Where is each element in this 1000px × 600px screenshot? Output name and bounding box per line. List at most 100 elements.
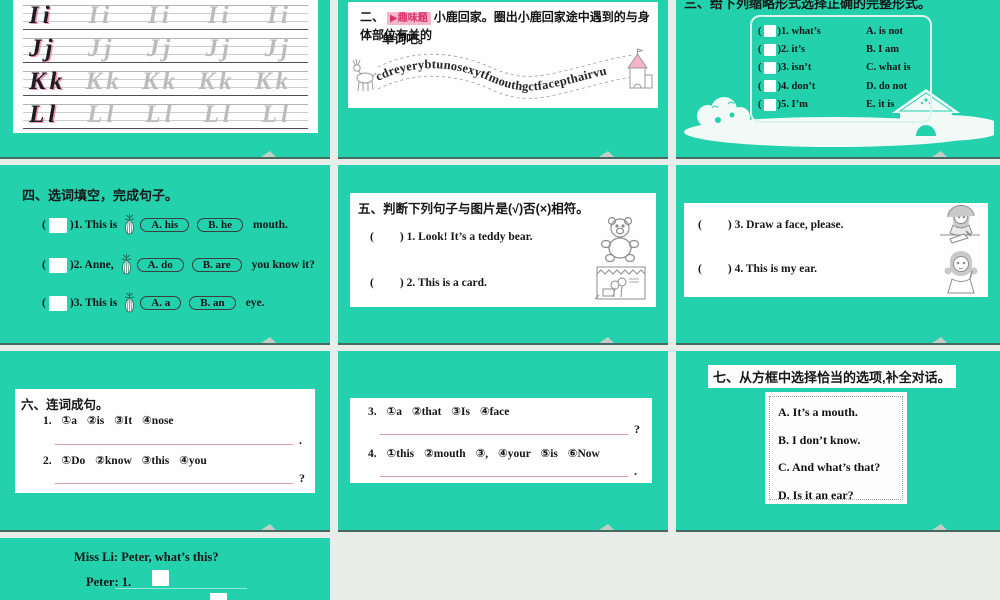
slide-sentence-order[interactable]: 六、连词成句。 1. ①a ②is ③It ④nose . 2. ①Do ②kn… bbox=[0, 351, 330, 532]
answer-box bbox=[152, 570, 169, 586]
matching-sign-board: () 1. what’s A. is not () 2. it’s B. I am … bbox=[750, 15, 932, 123]
sentence-start: 3. This is bbox=[73, 297, 118, 309]
choice-item: () 2. Anne, A. do B. are you know it? bbox=[42, 253, 315, 277]
option-pill-A: A. do bbox=[136, 258, 184, 272]
slide-matching[interactable]: 三、给下列缩略形式选择正确的完整形式。 () 1. what’s A. is … bbox=[676, 0, 1000, 159]
fun-question-badge: ▶趣味题 bbox=[387, 12, 431, 25]
item-number: 4. bbox=[368, 448, 377, 460]
judge-sentence: 4. This is my ear. bbox=[734, 263, 817, 275]
letter-pair-trace: Jj bbox=[146, 35, 175, 62]
answer-box bbox=[763, 25, 776, 38]
staff-row-Ll: Ll Ll Ll Ll Ll bbox=[23, 101, 308, 129]
girl-pointing-ear-icon bbox=[944, 251, 978, 294]
word-snake-graphic: cdreyerybtunosexytfmouthgctfacepthairvu bbox=[352, 48, 653, 99]
slide-word-choice[interactable]: 四、选词填空，完成句子。 () 1. This is A. his B. he m… bbox=[0, 165, 330, 345]
slide-true-false-continued[interactable]: () 3. Draw a face, please. () 4. This is… bbox=[676, 165, 1000, 345]
answer-box bbox=[763, 61, 776, 74]
page-curl-decoration bbox=[598, 524, 614, 530]
option-pill-B: B. he bbox=[197, 218, 244, 232]
answer-line bbox=[115, 588, 247, 589]
answer-box bbox=[48, 257, 67, 273]
judge-sentence: 3. Draw a face, please. bbox=[734, 219, 844, 231]
paren-close: ) bbox=[399, 277, 404, 289]
judge-item: () 1. Look! It’s a teddy bear. bbox=[370, 231, 533, 243]
paren-open: ( bbox=[42, 259, 46, 271]
sentence-order-card: 六、连词成句。 1. ①a ②is ③It ④nose . 2. ①Do ②kn… bbox=[15, 389, 315, 493]
full-form-option: E. it is bbox=[866, 99, 895, 111]
judge-sentence: 2. This is a card. bbox=[406, 277, 487, 289]
paren-open: ( bbox=[758, 44, 762, 56]
dialogue-line-miss-li: Miss Li: Peter, what’s this? bbox=[74, 550, 219, 564]
page-curl-decoration bbox=[931, 524, 947, 530]
greeting-card-icon bbox=[594, 266, 646, 300]
question4-title: 四、选词填空，完成句子。 bbox=[22, 188, 179, 203]
end-punctuation: ? bbox=[634, 422, 640, 436]
answer-line bbox=[55, 483, 293, 484]
match-row: () 4. don’t D. do not bbox=[758, 80, 930, 93]
slide-dialogue-options[interactable]: 七、从方框中选择恰当的选项,补全对话。 A. It’s a mouth. B. … bbox=[676, 351, 1000, 532]
abbreviation: 1. what’s bbox=[781, 25, 821, 37]
answer-line bbox=[55, 444, 293, 445]
letter-pair-trace: Ll bbox=[145, 101, 176, 128]
slide-sentence-order-continued[interactable]: 3. ①a ②that ③Is ④face ? 4. ①this ②mouth … bbox=[338, 351, 668, 532]
paren-open: ( bbox=[758, 80, 762, 92]
letter-pair-trace: Ll bbox=[87, 101, 118, 128]
slide-true-false[interactable]: 五、判断下列句子与图片是(√)否(×)相符。 () 1. Look! It’s … bbox=[338, 165, 668, 345]
order-item: 1. ①a ②is ③It ④nose bbox=[43, 413, 174, 427]
full-form-option: B. I am bbox=[866, 44, 899, 56]
item-number: 3. bbox=[368, 406, 377, 418]
judge-item: () 4. This is my ear. bbox=[698, 263, 817, 275]
page-curl-decoration bbox=[260, 524, 276, 530]
letter-pair-trace: Jj bbox=[87, 35, 116, 62]
paren-open: ( bbox=[42, 219, 46, 231]
paren-open: ( bbox=[370, 231, 374, 243]
page-curl-decoration bbox=[598, 151, 614, 157]
deer-icon bbox=[352, 58, 377, 92]
letter-pair-bold: Ii bbox=[29, 2, 54, 29]
choice-item: () 1. This is A. his B. he mouth. bbox=[42, 213, 288, 237]
order-item: 3. ①a ②that ③Is ④face bbox=[368, 404, 509, 418]
abbreviation: 5. I’m bbox=[781, 99, 808, 111]
paren-open: ( bbox=[42, 297, 46, 309]
page-curl-decoration bbox=[931, 337, 947, 343]
match-row: () 3. isn’t C. what is bbox=[758, 61, 930, 74]
option-pill-B: B. are bbox=[191, 258, 242, 272]
match-row: () 5. I’m E. it is bbox=[758, 98, 930, 111]
slide-word-snake[interactable]: 二、 ▶趣味题 小鹿回家。圈出小鹿回家途中遇到的与身体部位有关的 单词吧。 cdre… bbox=[338, 0, 668, 159]
paren-open: ( bbox=[370, 277, 374, 289]
page-curl-decoration bbox=[598, 337, 614, 343]
slide-dialogue-fill[interactable]: Miss Li: Peter, what’s this? Peter: 1. bbox=[0, 538, 330, 600]
slide-handwriting[interactable]: Ii Ii Ii Ii Ii Jj Jj Jj Jj Jj Kk Kk Kk K… bbox=[0, 0, 330, 159]
question5-title: 五、判断下列句子与图片是(√)否(×)相符。 bbox=[358, 202, 589, 216]
option-pill-A: A. his bbox=[140, 218, 190, 232]
letter-pair-trace: Ii bbox=[207, 2, 233, 29]
answer-box bbox=[48, 217, 67, 233]
answer-line bbox=[380, 434, 628, 435]
answer-box bbox=[210, 593, 227, 600]
letter-pair-trace: Kk bbox=[254, 68, 292, 95]
full-form-option: C. what is bbox=[866, 62, 911, 74]
match-row: () 2. it’s B. I am bbox=[758, 43, 930, 56]
staff-row-Ii: Ii Ii Ii Ii Ii bbox=[23, 2, 308, 30]
paren-open: ( bbox=[758, 62, 762, 74]
question2-text-line2: 单词吧。 bbox=[382, 32, 431, 46]
dialogue-option: B. I don’t know. bbox=[778, 432, 861, 447]
answer-box bbox=[763, 80, 776, 93]
answer-line bbox=[380, 476, 628, 477]
item-number: 1. bbox=[43, 415, 52, 427]
judge-sentence: 1. Look! It’s a teddy bear. bbox=[406, 231, 533, 243]
judge-item: () 3. Draw a face, please. bbox=[698, 219, 843, 231]
letter-pair-trace: Ii bbox=[88, 2, 114, 29]
dialogue-option: C. And what’s that? bbox=[778, 460, 881, 474]
dialogue-option: D. Is it an ear? bbox=[778, 487, 854, 502]
svg-text:cdreyerybtunosexytfmouthgctfac: cdreyerybtunosexytfmouthgctfacepthairvu bbox=[373, 57, 608, 93]
handwriting-sheet: Ii Ii Ii Ii Ii Jj Jj Jj Jj Jj Kk Kk Kk K… bbox=[13, 0, 318, 133]
end-punctuation: . bbox=[634, 464, 637, 478]
abbreviation: 3. isn’t bbox=[781, 62, 812, 74]
corn-icon bbox=[125, 292, 135, 313]
order-item: 4. ①this ②mouth ③, ④your ⑤is ⑥Now bbox=[368, 446, 600, 460]
paren-close: ) bbox=[727, 263, 732, 275]
sentence-end: you know it? bbox=[251, 259, 315, 271]
staff-row-Jj: Jj Jj Jj Jj Jj bbox=[23, 35, 308, 63]
question3-title: 三、给下列缩略形式选择正确的完整形式。 bbox=[684, 0, 932, 11]
